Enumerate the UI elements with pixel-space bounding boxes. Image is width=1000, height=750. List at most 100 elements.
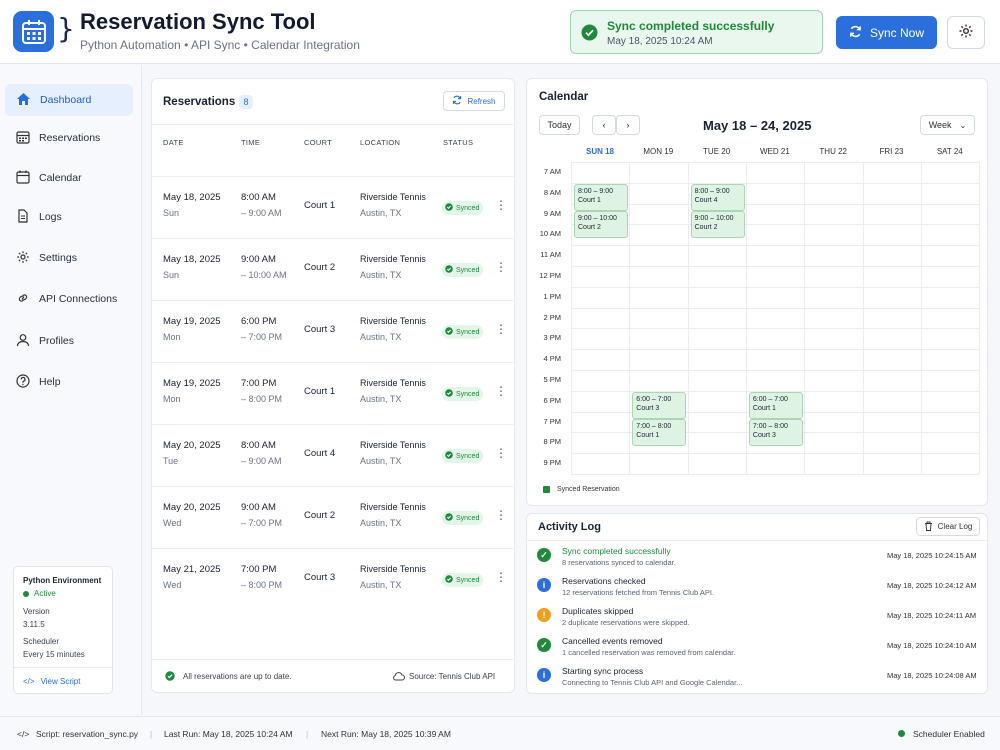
legend-label: Synced Reservation	[557, 486, 620, 493]
day-header: FRI 23	[879, 147, 904, 156]
row-day: Sun	[163, 270, 180, 280]
event-time: 8:00 – 9:00	[694, 187, 730, 195]
sidebar-item-api-connections[interactable]: API Connections	[5, 283, 133, 315]
column-header-date[interactable]: DATE	[163, 138, 184, 147]
calendar-icon	[16, 170, 30, 187]
event-court: Court 1	[578, 197, 601, 205]
previous-week-button[interactable]: ‹	[592, 115, 616, 135]
column-header-location[interactable]: LOCATION	[360, 138, 400, 147]
status-badge: Synced	[442, 449, 483, 463]
view-select[interactable]: Week ⌄	[920, 115, 975, 135]
settings-button[interactable]	[947, 16, 985, 49]
sidebar-item-help[interactable]: Help	[5, 366, 133, 398]
event-court: Court 3	[636, 405, 660, 413]
grid-line	[804, 162, 806, 474]
row-menu-icon[interactable]: ⋮	[495, 199, 507, 211]
sidebar-item-dashboard[interactable]: Dashboard	[5, 84, 133, 116]
env-scheduler: Every 15 minutes	[23, 650, 85, 659]
day-header: TUE 20	[703, 147, 731, 156]
table-row[interactable]: May 19, 2025 Mon 7:00 PM – 8:00 PM Court…	[152, 362, 514, 424]
grid-line	[571, 224, 979, 226]
calendar-event[interactable]: 9:00 – 10:00 Court 2	[574, 210, 628, 238]
clear-log-button[interactable]: Clear Log	[916, 517, 980, 536]
sidebar-item-profiles[interactable]: Profiles	[5, 325, 133, 357]
row-location: Riverside Tennis	[360, 440, 426, 450]
event-court: Court 3	[752, 432, 776, 440]
today-button[interactable]: Today	[539, 115, 580, 135]
calendar-event[interactable]: 6:00 – 7:00 Court 3	[632, 391, 687, 419]
table-row[interactable]: May 19, 2025 Mon 6:00 PM – 7:00 PM Court…	[152, 300, 514, 362]
calendar-event[interactable]: 7:00 – 8:00 Court 3	[748, 418, 803, 446]
row-menu-icon[interactable]: ⋮	[495, 323, 507, 335]
sidebar-item-label: Dashboard	[40, 94, 92, 106]
hour-label: 5 PM	[543, 375, 561, 384]
calendar-event[interactable]: 8:00 – 9:00 Court 4	[690, 183, 745, 211]
home-icon	[16, 92, 31, 109]
script-name: Script: reservation_sync.py	[36, 729, 139, 739]
row-menu-icon[interactable]: ⋮	[495, 509, 507, 521]
hour-label: 3 PM	[543, 333, 561, 343]
row-menu-icon[interactable]: ⋮	[495, 447, 507, 459]
event-court: Court 1	[752, 405, 776, 413]
refresh-button[interactable]: Refresh	[443, 91, 505, 111]
clear-log-label: Clear Log	[937, 522, 973, 531]
row-menu-icon[interactable]: ⋮	[495, 261, 507, 273]
column-header-court[interactable]: COURT	[304, 138, 332, 147]
calendar-event[interactable]: 8:00 – 9:00 Court 1	[574, 183, 628, 211]
sidebar-item-calendar[interactable]: Calendar	[5, 162, 133, 194]
separator: |	[150, 729, 153, 739]
sync-now-button[interactable]: Sync Now	[836, 16, 937, 49]
row-start-time: 8:00 AM	[241, 192, 276, 203]
toast-title: Sync completed successfully	[607, 19, 775, 33]
table-row[interactable]: May 18, 2025 Sun 9:00 AM – 10:00 AM Cour…	[152, 238, 514, 300]
grid-line	[571, 162, 979, 163]
reservations-footer: All reservations are up to date. Source:…	[152, 659, 514, 693]
next-run: Next Run: May 18, 2025 10:39 AM	[321, 729, 451, 739]
scheduler-status: Scheduler Enabled	[913, 729, 985, 739]
row-city: Austin, TX	[360, 208, 402, 218]
sidebar-item-label: Profiles	[39, 335, 75, 347]
view-script-link[interactable]: </> View Script	[23, 677, 80, 686]
sidebar-item-settings[interactable]: Settings	[5, 242, 133, 274]
event-time: 8:00 – 9:00	[578, 187, 614, 195]
hour-label: 8 AM	[543, 187, 561, 197]
row-day: Sun	[163, 208, 180, 218]
log-entry: i Starting sync process Connecting to Te…	[527, 662, 987, 692]
grid-line	[571, 453, 979, 455]
app-header: } Reservation Sync Tool Python Automatio…	[0, 0, 1000, 64]
column-header-time[interactable]: TIME	[241, 138, 260, 147]
event-court: Court 1	[636, 432, 660, 440]
day-header: THU 22	[819, 147, 847, 156]
warning-icon: !	[537, 608, 551, 622]
row-date: May 18, 2025	[163, 192, 221, 203]
row-start-time: 7:00 PM	[241, 378, 277, 389]
sidebar-item-logs[interactable]: Logs	[5, 201, 133, 233]
view-script-label: View Script	[40, 677, 81, 686]
log-entry: ! Duplicates skipped 2 duplicate reserva…	[527, 602, 987, 632]
table-row[interactable]: May 21, 2025 Wed 7:00 PM – 8:00 PM Court…	[152, 548, 514, 610]
calendar-panel: Calendar Today ‹ › May 18 – 24, 2025 Wee…	[526, 78, 988, 506]
status-dot-icon	[23, 590, 29, 597]
table-row[interactable]: May 20, 2025 Wed 9:00 AM – 7:00 PM Court…	[152, 486, 514, 548]
log-entry: i Reservations checked 12 reservations f…	[527, 572, 987, 602]
grid-line	[571, 245, 979, 247]
check-circle-icon	[445, 389, 453, 399]
calendar-event[interactable]: 7:00 – 8:00 Court 1	[632, 418, 687, 446]
calendar-event[interactable]: 9:00 – 10:00 Court 2	[690, 210, 745, 238]
row-menu-icon[interactable]: ⋮	[495, 385, 507, 397]
table-row[interactable]: May 20, 2025 Tue 8:00 AM – 9:00 AM Court…	[152, 424, 514, 486]
status-badge: Synced	[442, 573, 483, 587]
hour-label: 12 PM	[539, 271, 561, 280]
calendar-event[interactable]: 6:00 – 7:00 Court 1	[748, 391, 803, 419]
column-header-status[interactable]: STATUS	[443, 138, 473, 147]
hour-label: 11 AM	[540, 250, 561, 260]
next-week-button[interactable]: ›	[616, 115, 640, 135]
status-dot-icon	[898, 730, 905, 737]
table-row[interactable]: May 18, 2025 Sun 8:00 AM – 9:00 AM Court…	[152, 176, 514, 238]
row-court: Court 1	[304, 200, 336, 211]
row-date: May 18, 2025	[163, 254, 221, 265]
sidebar-item-reservations[interactable]: Reservations	[5, 122, 133, 154]
row-court: Court 1	[304, 386, 336, 397]
row-menu-icon[interactable]: ⋮	[495, 571, 507, 583]
row-start-time: 8:00 AM	[241, 440, 276, 451]
